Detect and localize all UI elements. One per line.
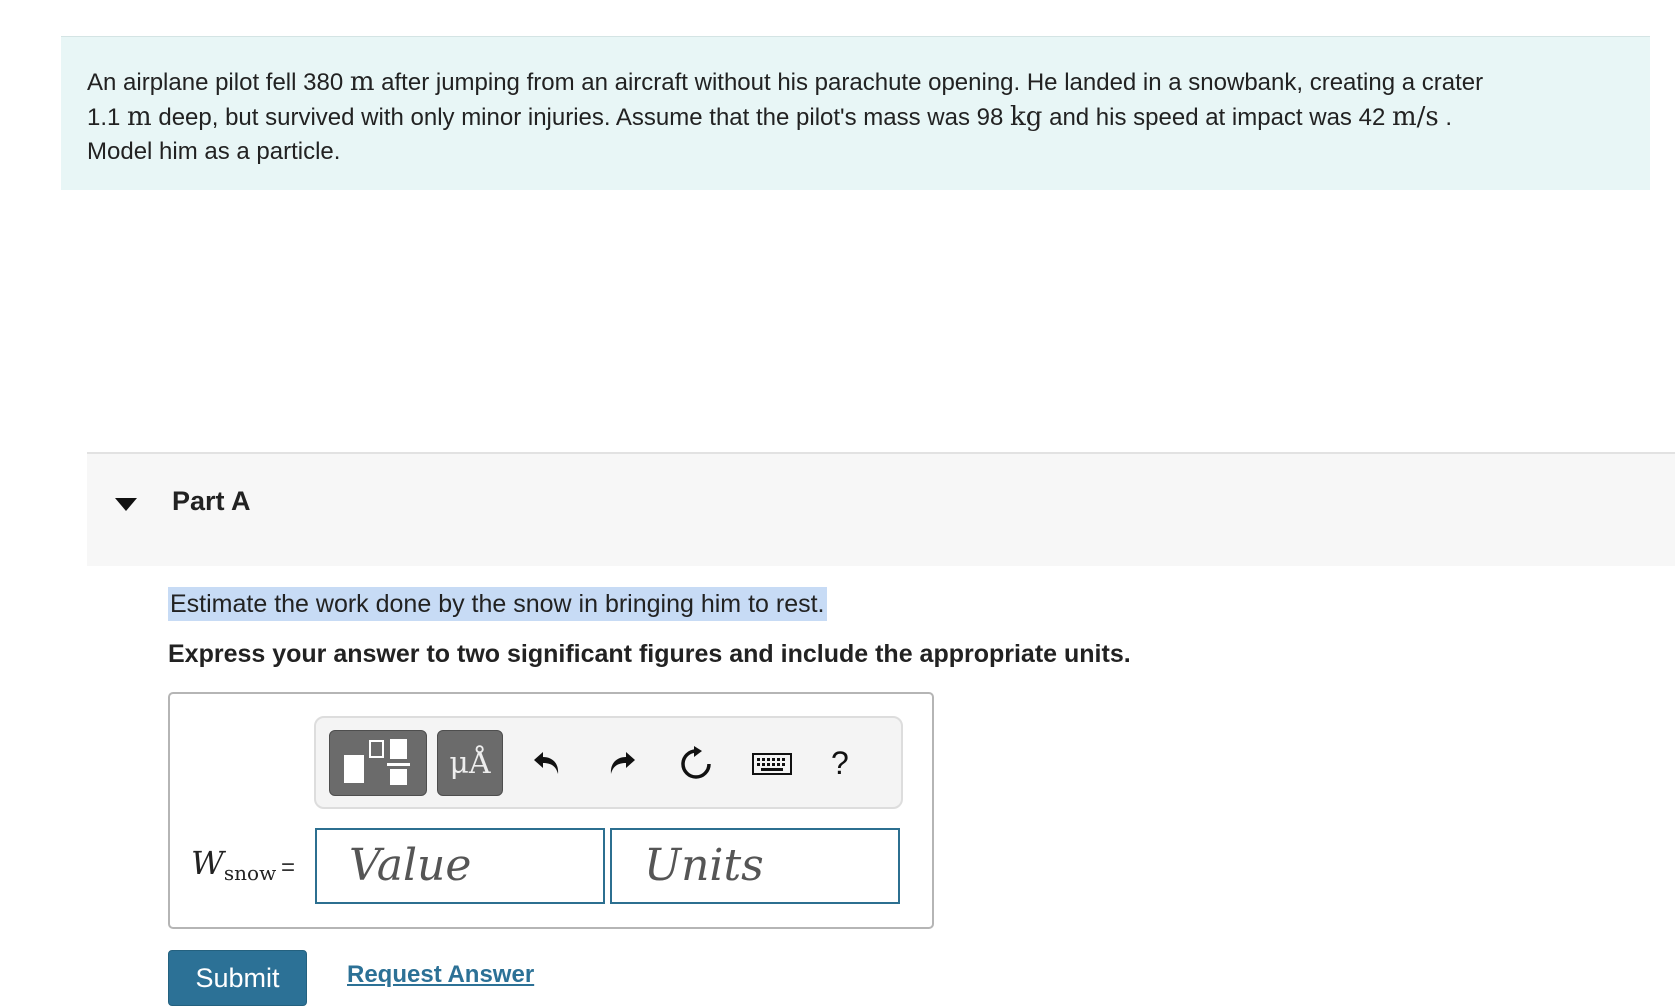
variable-label: Wsnow [191, 844, 276, 885]
question-text: Estimate the work done by the snow in br… [168, 587, 827, 621]
problem-text: after jumping from an aircraft without h… [374, 69, 1484, 96]
problem-line-1: An airplane pilot fell 380 m after jumpi… [87, 65, 1650, 100]
part-title: Part A [172, 486, 251, 516]
unit-kilograms: kg [1010, 102, 1043, 132]
instruction-text: Express your answer to two significant f… [168, 640, 1131, 668]
variable-subscript: snow [223, 861, 277, 885]
redo-icon [610, 752, 635, 774]
unit-meters: m [127, 102, 152, 132]
problem-statement: An airplane pilot fell 380 m after jumpi… [61, 36, 1650, 190]
caret-down-icon[interactable] [115, 498, 137, 511]
reset-button[interactable] [678, 746, 714, 788]
unit-meters-per-second: m/s [1391, 102, 1439, 132]
part-a-header[interactable]: Part A [87, 452, 1675, 566]
math-toolbar: μÅ ? [314, 716, 903, 809]
keyboard-button[interactable] [752, 746, 792, 786]
problem-text: and his speed at impact was 42 [1042, 104, 1392, 131]
undo-icon [534, 752, 559, 774]
units-input[interactable]: Units [610, 828, 900, 904]
equals-sign: = [281, 854, 296, 881]
unit-meters: m [349, 67, 375, 97]
symbols-button[interactable]: μÅ [437, 730, 503, 796]
templates-icon [344, 739, 410, 785]
request-answer-link[interactable]: Request Answer [347, 961, 534, 989]
problem-text: An airplane pilot fell 380 [87, 69, 350, 96]
value-input[interactable]: Value [315, 828, 605, 904]
problem-text: deep, but survived with only minor injur… [151, 104, 1011, 131]
redo-button[interactable] [604, 746, 638, 786]
templates-button[interactable] [329, 730, 427, 796]
problem-line-3: Model him as a particle. [87, 138, 341, 165]
reset-icon [681, 746, 711, 779]
help-button[interactable]: ? [831, 746, 849, 780]
keyboard-icon [752, 753, 792, 775]
undo-button[interactable] [531, 746, 565, 786]
problem-text: 1.1 [87, 104, 128, 131]
answer-box: μÅ ? Wsnow = Value Units [168, 692, 934, 929]
variable-symbol: W [191, 844, 224, 882]
submit-button[interactable]: Submit [168, 950, 307, 1006]
problem-text: . [1438, 104, 1453, 131]
problem-line-2: 1.1 m deep, but survived with only minor… [87, 100, 1650, 135]
